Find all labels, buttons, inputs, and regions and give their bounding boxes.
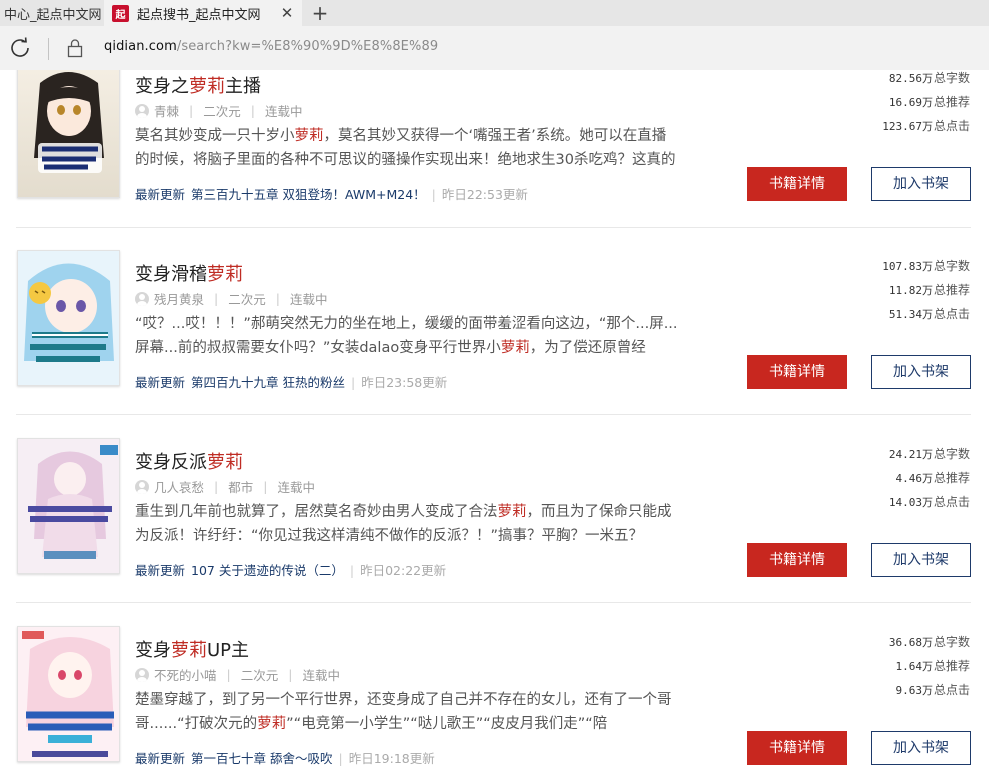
book-intro: 楚墨穿越了，到了另一个平行世界，还变身成了自己并不存在的女儿，还有了一个哥哥..… [135, 692, 672, 732]
book-title[interactable]: 变身反派萝莉 [135, 448, 243, 474]
book-detail-button[interactable]: 书籍详情 [747, 731, 847, 765]
book-cover[interactable] [17, 438, 120, 574]
meta-separator: | [288, 667, 293, 682]
stat-words: 36.68万 [888, 636, 933, 649]
book-detail-button[interactable]: 书籍详情 [747, 543, 847, 577]
book-intro: 重生到几年前也就算了，居然莫名奇妙由男人变成了合法萝莉，而且为了保命只能成为反派… [135, 504, 672, 544]
book-author[interactable]: 不死的小喵 [154, 665, 217, 684]
search-results: 变身之萝莉主播 青棘 | 二次元 | 连载中 莫名其妙变成一只十岁小萝莉，莫名其… [0, 70, 989, 779]
lock-icon[interactable] [67, 38, 83, 58]
book-latest-update: 最新更新 第四百九十九章 狂热的粉丝 | 昨日23:58更新 [135, 375, 448, 390]
stat-recommend: 4.46万 [895, 472, 933, 485]
update-time: 昨日02:22更新 [360, 563, 447, 578]
book-meta: 不死的小喵 | 二次元 | 连载中 [135, 665, 340, 684]
meta-separator: | [263, 479, 268, 494]
book-detail-button[interactable]: 书籍详情 [747, 355, 847, 389]
add-to-shelf-button[interactable]: 加入书架 [871, 543, 971, 577]
book-intro: “哎？...哎！！！”郝萌突然无力的坐在地上，缓缓的面带羞涩看向这边，“那个..… [135, 316, 678, 356]
book-item: 变身反派萝莉 几人哀愁 | 都市 | 连载中 重生到几年前也就算了，居然莫名奇妙… [0, 438, 989, 626]
book-stats: 36.68万总字数 1.64万总推荐 9.63万总点击 [888, 635, 970, 697]
latest-chapter-link[interactable]: 第三百九十五章 双狙登场！AWM+M24！ [191, 187, 426, 202]
add-to-shelf-button[interactable]: 加入书架 [871, 731, 971, 765]
tab-previous-title: 中心_起点中文网 [4, 7, 102, 23]
reload-icon[interactable] [9, 37, 31, 59]
book-status: 连载中 [277, 480, 315, 495]
latest-chapter-link[interactable]: 第一百七十章 舔舍～吸吹 [191, 751, 332, 766]
book-author[interactable]: 残月黄泉 [154, 289, 204, 308]
meta-separator: | [214, 479, 219, 494]
book-category[interactable]: 都市 [228, 477, 253, 496]
stat-recommend: 16.69万 [888, 96, 933, 109]
book-category[interactable]: 二次元 [241, 665, 279, 684]
stat-words: 107.83万 [882, 260, 933, 273]
stat-clicks: 14.03万 [888, 496, 933, 509]
book-category[interactable]: 二次元 [203, 101, 241, 120]
book-author[interactable]: 青棘 [154, 101, 179, 120]
new-tab-button[interactable]: + [307, 0, 333, 26]
meta-separator: | [189, 103, 194, 118]
address-divider [48, 38, 49, 60]
book-stats: 24.21万总字数 4.46万总推荐 14.03万总点击 [888, 447, 970, 509]
meta-separator: | [275, 291, 280, 306]
add-to-shelf-button[interactable]: 加入书架 [871, 355, 971, 389]
book-meta: 几人哀愁 | 都市 | 连载中 [135, 477, 315, 496]
tab-active[interactable]: 起 起点搜书_起点中文网 ✕ [104, 0, 302, 26]
divider [16, 227, 971, 228]
update-time: 昨日19:18更新 [348, 751, 435, 766]
book-item: 变身萝莉UP主 不死的小喵 | 二次元 | 连载中 楚墨穿越了，到了另一个平行世… [0, 626, 989, 779]
book-cover[interactable] [17, 626, 120, 762]
url-path: /search?kw=%E8%90%9D%E8%8E%89 [176, 39, 439, 54]
book-status: 连载中 [264, 104, 303, 119]
url-field[interactable]: qidian.com/search?kw=%E8%90%9D%E8%8E%89 [104, 39, 438, 54]
tab-previous[interactable]: 中心_起点中文网 [0, 0, 104, 26]
address-bar: qidian.com/search?kw=%E8%90%9D%E8%8E%89 [0, 26, 989, 70]
book-item: 变身滑稽萝莉 残月黄泉 | 二次元 | 连载中 “哎？...哎！！！”郝萌突然无… [0, 250, 989, 438]
qidian-favicon-icon: 起 [112, 4, 129, 22]
book-meta: 残月黄泉 | 二次元 | 连载中 [135, 289, 327, 308]
stat-clicks: 51.34万 [888, 308, 933, 321]
book-intro: 莫名其妙变成一只十岁小萝莉，莫名其妙又获得一个‘嘴强王者’系统。她可以在直播的时… [135, 128, 676, 168]
add-to-shelf-button[interactable]: 加入书架 [871, 167, 971, 201]
stat-clicks: 9.63万 [895, 684, 933, 697]
book-latest-update: 最新更新 第三百九十五章 双狙登场！AWM+M24！ | 昨日22:53更新 [135, 187, 528, 202]
divider [16, 414, 971, 415]
meta-separator: | [250, 103, 255, 118]
stat-words: 82.56万 [888, 72, 933, 85]
author-icon [135, 667, 149, 682]
stat-recommend: 11.82万 [888, 284, 933, 297]
book-author[interactable]: 几人哀愁 [154, 477, 204, 496]
book-category[interactable]: 二次元 [228, 289, 266, 308]
stat-words: 24.21万 [888, 448, 933, 461]
book-detail-button[interactable]: 书籍详情 [747, 167, 847, 201]
book-status: 连载中 [302, 668, 340, 683]
tab-active-title: 起点搜书_起点中文网 [137, 7, 261, 23]
book-title[interactable]: 变身之萝莉主播 [135, 72, 261, 98]
book-cover[interactable] [17, 250, 120, 386]
update-time: 昨日22:53更新 [441, 187, 528, 202]
book-item: 变身之萝莉主播 青棘 | 二次元 | 连载中 莫名其妙变成一只十岁小萝莉，莫名其… [0, 70, 989, 250]
meta-separator: | [214, 291, 219, 306]
update-time: 昨日23:58更新 [361, 375, 448, 390]
divider [16, 602, 971, 603]
browser-tab-bar: 中心_起点中文网 起 起点搜书_起点中文网 ✕ + [0, 0, 989, 26]
stat-clicks: 123.67万 [882, 120, 933, 133]
book-title[interactable]: 变身滑稽萝莉 [135, 260, 243, 286]
stat-recommend: 1.64万 [895, 660, 933, 673]
meta-separator: | [226, 667, 231, 682]
latest-chapter-link[interactable]: 107 关于遗迹的传说（二） [191, 563, 344, 578]
book-stats: 82.56万总字数 16.69万总推荐 123.67万总点击 [882, 71, 970, 133]
author-icon [135, 103, 149, 118]
close-icon[interactable]: ✕ [278, 4, 296, 22]
url-host: qidian.com [104, 39, 177, 54]
book-stats: 107.83万总字数 11.82万总推荐 51.34万总点击 [882, 259, 970, 321]
book-cover[interactable] [17, 70, 120, 198]
latest-chapter-link[interactable]: 第四百九十九章 狂热的粉丝 [191, 375, 345, 390]
book-latest-update: 最新更新 第一百七十章 舔舍～吸吹 | 昨日19:18更新 [135, 751, 435, 766]
author-icon [135, 479, 149, 494]
book-meta: 青棘 | 二次元 | 连载中 [135, 101, 302, 120]
author-icon [135, 291, 149, 306]
book-title[interactable]: 变身萝莉UP主 [135, 636, 249, 662]
book-latest-update: 最新更新 107 关于遗迹的传说（二） | 昨日02:22更新 [135, 563, 447, 578]
book-status: 连载中 [289, 292, 328, 307]
